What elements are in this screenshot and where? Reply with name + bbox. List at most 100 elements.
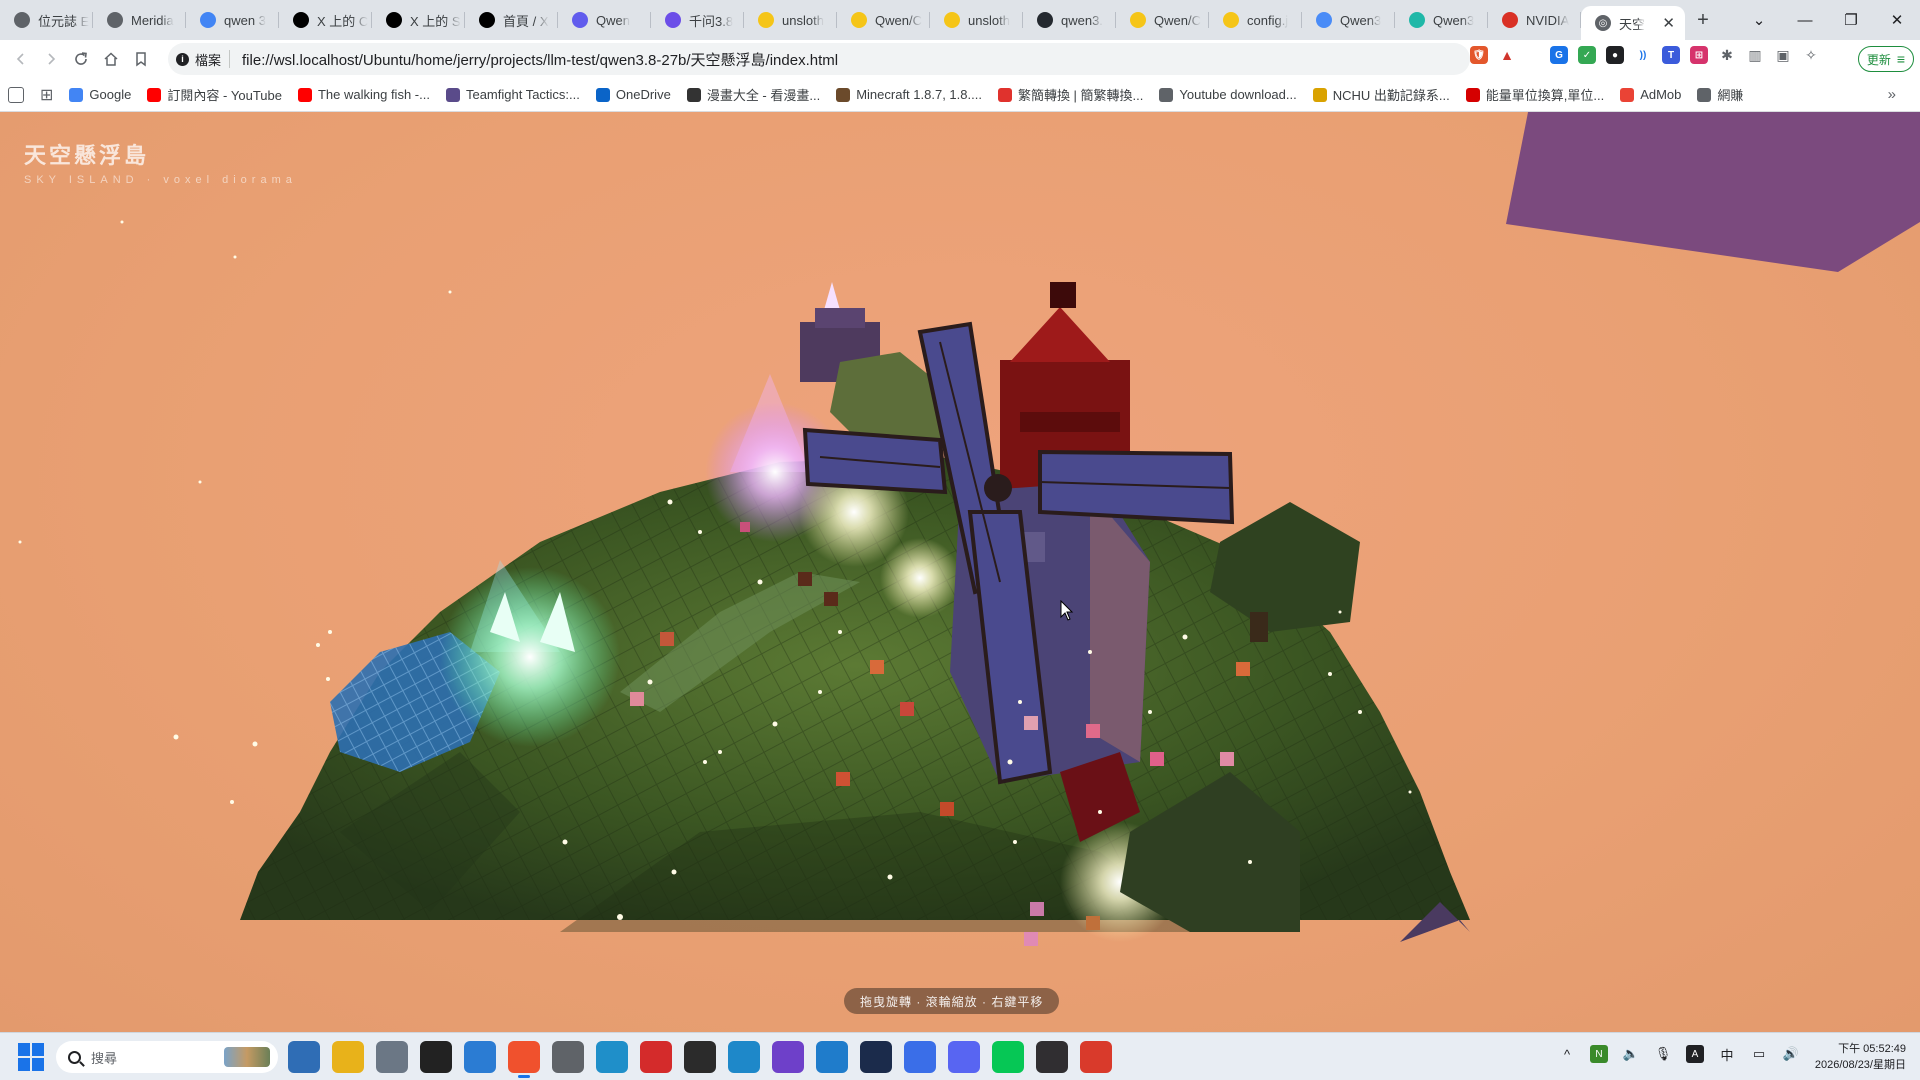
apps-button[interactable]: ⊞ [40,85,53,105]
bookmark-item[interactable]: 漫畫大全 - 看漫畫... [686,85,820,104]
tray-chevron-icon[interactable]: ^ [1558,1045,1576,1063]
tab-7[interactable]: 千问3.8 [651,0,744,40]
tab-9[interactable]: Qwen/C [837,0,930,40]
terminal-icon[interactable] [684,1041,716,1073]
network-icon[interactable]: ▭ [1750,1045,1768,1063]
bookmark-item[interactable]: 訂閱內容 - YouTube [147,85,282,104]
translate-icon[interactable]: G [1550,46,1568,64]
dark-extension-icon[interactable]: ● [1606,46,1624,64]
bookmark-item[interactable]: The walking fish -... [297,87,430,102]
bookmark-item[interactable]: AdMob [1620,87,1681,102]
back-button[interactable] [6,44,36,74]
mouse-cursor-icon [1060,600,1074,621]
leo-ai-icon[interactable]: ✧ [1802,46,1820,64]
bookmark-item[interactable]: 繁簡轉換 | 簡繁轉換... [997,85,1143,104]
red-app-icon[interactable] [640,1041,672,1073]
bookmark-item[interactable]: 網賺 [1697,85,1743,104]
bookmark-item[interactable]: Teamfight Tactics:... [445,87,580,102]
bookmark-item[interactable]: 能量單位換算,單位... [1465,85,1604,104]
tab-3[interactable]: X 上的 C [279,0,372,40]
update-button[interactable]: 更新 ≡ [1857,46,1914,72]
obs-studio-icon[interactable] [1036,1041,1068,1073]
file-explorer-icon[interactable] [332,1041,364,1073]
task-view-icon[interactable] [288,1041,320,1073]
restore-button[interactable]: ❐ [1828,11,1874,29]
tab-14[interactable]: Qwen3 [1302,0,1395,40]
taskbar-search[interactable]: 搜尋 [56,1041,278,1073]
bookmark-item[interactable]: Minecraft 1.8.7, 1.8.... [836,87,982,102]
vscode-icon[interactable] [816,1041,848,1073]
bookmark-label: Minecraft 1.8.7, 1.8.... [856,87,982,102]
github-desktop-icon[interactable] [772,1041,804,1073]
tok-extension-icon[interactable]: T [1662,46,1680,64]
brave-rewards-icon[interactable]: ▲ [1498,46,1516,64]
tab-5[interactable]: 首頁 / X [465,0,558,40]
bookmark-item[interactable]: OneDrive [595,87,671,102]
bookmark-item[interactable]: Youtube download... [1159,87,1297,102]
wallet-icon[interactable]: ▣ [1774,46,1792,64]
nvidia-tray-icon[interactable]: N [1590,1045,1608,1063]
speaker-icon[interactable]: 🔈 [1622,1045,1640,1063]
tab-1[interactable]: Meridia [93,0,186,40]
edge-browser-icon[interactable] [728,1041,760,1073]
text-editor-icon[interactable] [860,1041,892,1073]
tab-12[interactable]: Qwen/C [1116,0,1209,40]
tab-16[interactable]: NVIDIA [1488,0,1581,40]
bookmark-item[interactable]: Google [69,87,131,102]
shield-extension-icon[interactable]: ✓ [1578,46,1596,64]
bookmark-item[interactable]: NCHU 出勤記錄系... [1312,85,1450,104]
tab-2[interactable]: qwen 3 [186,0,279,40]
tab-10[interactable]: unsloth [930,0,1023,40]
clock[interactable]: 下午 05:52:49 2026/08/23/星期日 [1815,1041,1906,1073]
tab-8[interactable]: unsloth [744,0,837,40]
x-icon [293,12,309,28]
app-title: 天空懸浮島 [24,143,150,168]
arc-app-icon[interactable] [904,1041,936,1073]
ime-icon[interactable]: A [1686,1045,1704,1063]
tab-13[interactable]: config.j [1209,0,1302,40]
tab-active[interactable]: ◎ 天空 ✕ [1581,6,1685,40]
webgl-viewport[interactable]: 天空懸浮島 SKY ISLAND · voxel diorama 拖曳旋轉 · … [0,112,1920,1032]
tab-11[interactable]: qwen3. [1023,0,1116,40]
photos-app-icon[interactable] [596,1041,628,1073]
word-app-icon[interactable] [464,1041,496,1073]
tab-title: Qwen/C [875,12,922,28]
more-bookmarks-button[interactable]: » [1888,86,1896,103]
tab-close-icon[interactable]: ✕ [1662,14,1675,32]
new-tab-button[interactable]: + [1685,0,1721,40]
brave-shields-icon[interactable]: 🛡 [1470,46,1488,64]
language-icon[interactable]: 中 [1718,1045,1736,1063]
tab-0[interactable]: 位元誌 E [0,0,93,40]
tab-6[interactable]: Qwen [558,0,651,40]
volume-icon[interactable]: 🔊 [1782,1045,1800,1063]
voxel-scene[interactable] [0,112,1920,1032]
brave-browser-icon[interactable] [508,1041,540,1078]
start-button[interactable] [18,1042,46,1071]
extensions-puzzle-icon[interactable]: ✱ [1718,46,1736,64]
home-button[interactable] [96,44,126,74]
discord-icon[interactable] [948,1041,980,1073]
tab-search-button[interactable]: ⌄ [1736,11,1782,29]
tab-4[interactable]: X 上的 S [372,0,465,40]
calculator-icon[interactable] [376,1041,408,1073]
reload-button[interactable] [66,44,96,74]
forward-button[interactable] [36,44,66,74]
clock-app-icon[interactable] [552,1041,584,1073]
site-info-icon[interactable]: i [176,52,189,66]
reading-list-button[interactable] [8,86,24,103]
microphone-icon[interactable]: 🎙 [1654,1045,1672,1063]
tab-15[interactable]: Qwen3 [1395,0,1488,40]
audio-extension-icon[interactable]: )) [1634,46,1652,64]
pink-extension-icon[interactable]: ⊞ [1690,46,1708,64]
address-bar[interactable]: i 檔案 file://wsl.localhost/Ubuntu/home/je… [168,43,1470,75]
headset-app-icon[interactable] [1080,1041,1112,1073]
arrow-right-icon [48,53,56,65]
close-window-button[interactable]: ✕ [1874,11,1920,29]
minimize-button[interactable]: — [1782,12,1828,29]
window-controls: ⌄ — ❐ ✕ [1736,0,1920,40]
line-icon[interactable] [992,1041,1024,1073]
video-player-icon[interactable] [420,1041,452,1073]
bookmark-page-button[interactable] [126,44,156,74]
sidebar-icon[interactable]: ▥ [1746,46,1764,64]
url-text[interactable]: file://wsl.localhost/Ubuntu/home/jerry/p… [242,49,838,70]
